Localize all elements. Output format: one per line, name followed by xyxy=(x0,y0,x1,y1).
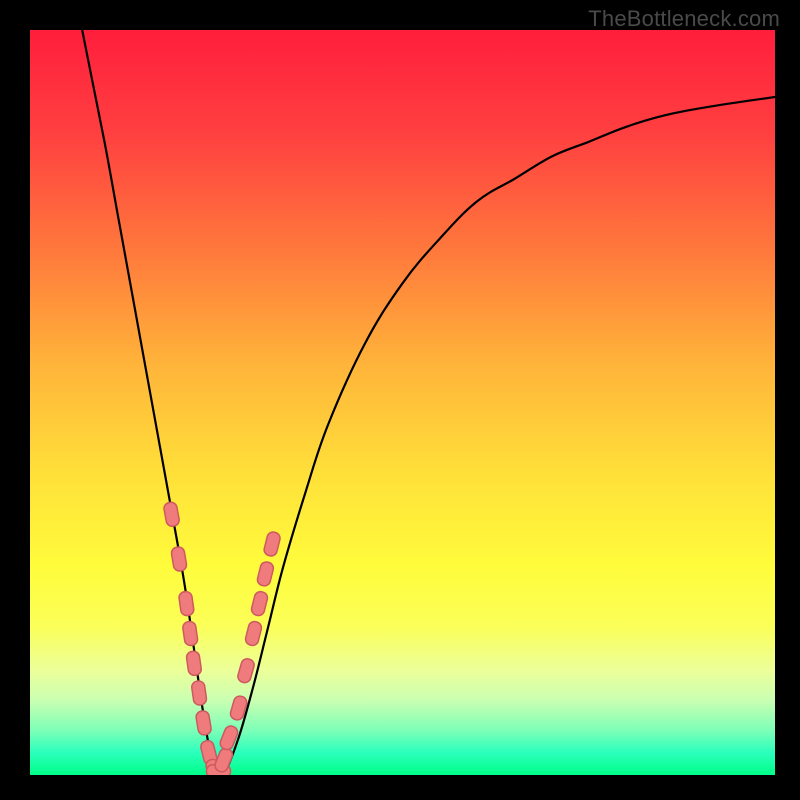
curve-marker xyxy=(250,590,268,616)
curve-marker xyxy=(236,657,255,684)
chart-frame: TheBottleneck.com xyxy=(0,0,800,800)
curve-marker xyxy=(195,710,212,736)
marker-group xyxy=(163,501,281,775)
curve-marker xyxy=(182,621,198,647)
curve-marker xyxy=(163,501,180,527)
curve-marker xyxy=(186,651,202,677)
curve-marker xyxy=(256,561,274,587)
chart-svg xyxy=(30,30,775,775)
curve-marker xyxy=(263,531,281,557)
curve-marker xyxy=(178,591,194,617)
bottleneck-curve-path xyxy=(82,30,775,775)
watermark-text: TheBottleneck.com xyxy=(588,6,780,32)
curve-marker xyxy=(171,546,188,572)
curve-marker xyxy=(191,680,207,706)
curve-marker xyxy=(244,620,262,646)
plot-area xyxy=(30,30,775,775)
